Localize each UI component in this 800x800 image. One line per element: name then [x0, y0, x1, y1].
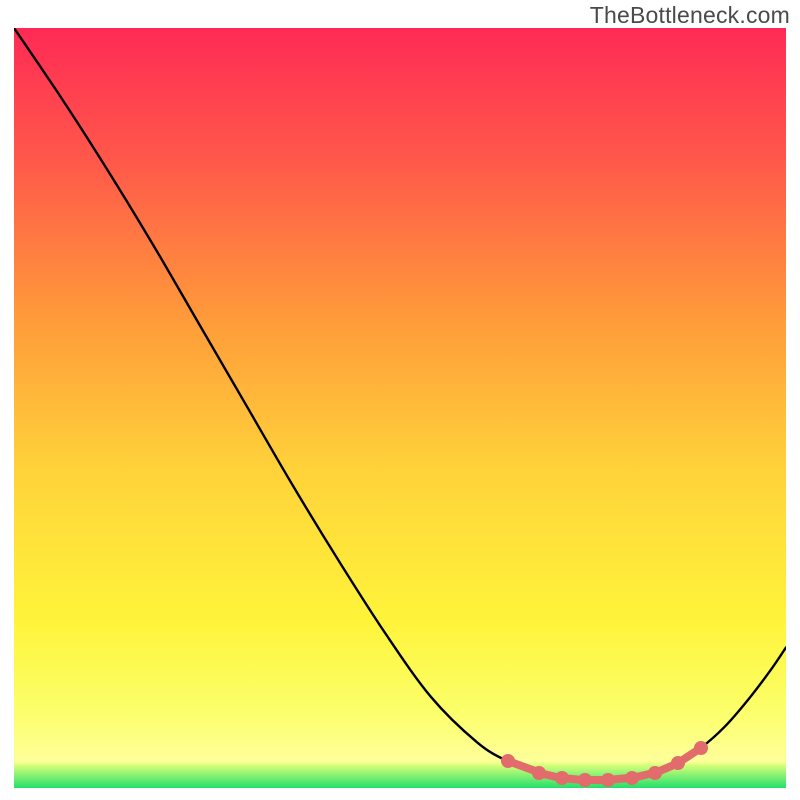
chart-curve — [14, 28, 786, 788]
chart-marker-dot — [532, 766, 546, 780]
chart-marker-dot — [694, 741, 708, 755]
chart-marker-dot — [625, 771, 639, 785]
chart-plot-area — [14, 28, 786, 788]
chart-marker-dot — [648, 766, 662, 780]
watermark-label: TheBottleneck.com — [590, 2, 790, 29]
chart-marker-dot — [671, 756, 685, 770]
